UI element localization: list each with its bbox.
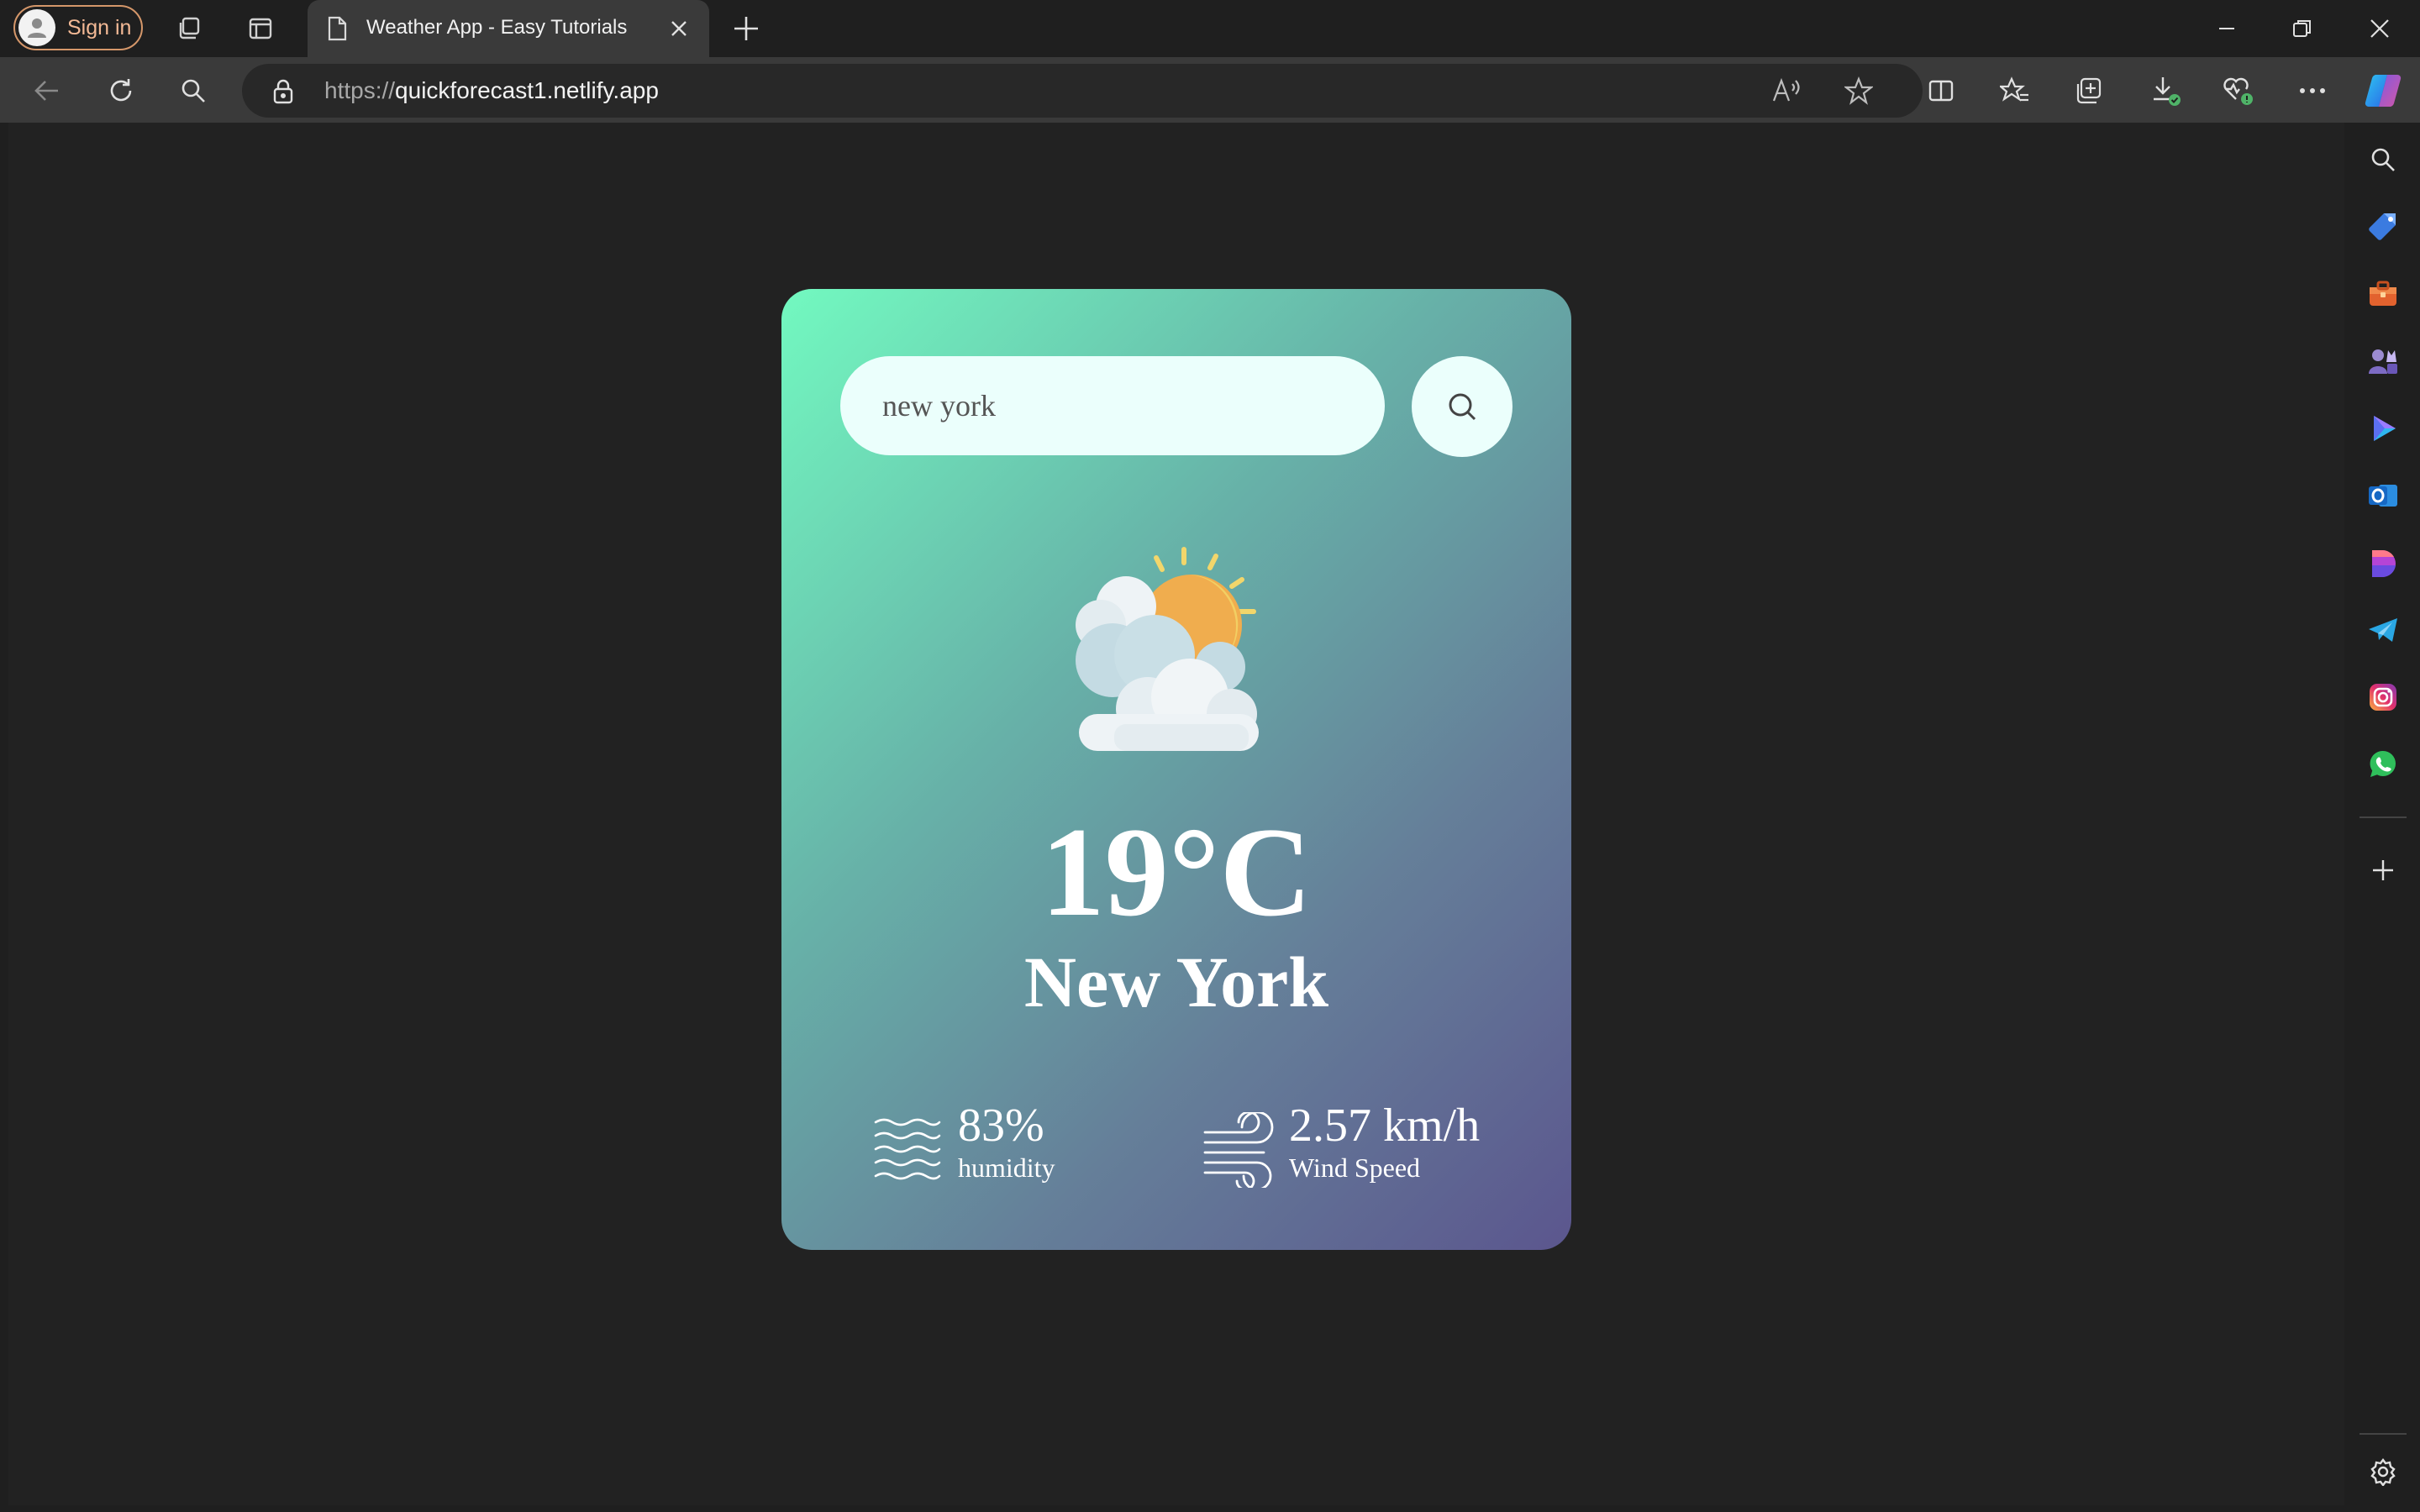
designer-icon[interactable] (2363, 543, 2403, 583)
lock-icon[interactable] (271, 78, 296, 105)
outlook-icon[interactable] (2363, 475, 2403, 516)
downloads-icon[interactable] (2144, 69, 2188, 113)
title-bar: Sign in Weather App - Easy Tutorials (0, 0, 2420, 57)
refresh-icon[interactable] (99, 69, 143, 113)
temperature: 19°C (1040, 801, 1313, 942)
collections-icon[interactable] (2067, 69, 2111, 113)
restore-icon[interactable] (2282, 8, 2323, 49)
toolbox-icon[interactable] (2363, 274, 2403, 314)
sidebar-divider (2360, 816, 2407, 818)
profile-avatar-icon (18, 9, 55, 46)
back-arrow-icon[interactable] (25, 69, 69, 113)
humidity-waves-icon (874, 1118, 941, 1180)
active-tab[interactable]: Weather App - Easy Tutorials (308, 0, 709, 57)
wind-detail: 2.57 km/h Wind Speed (1202, 1102, 1538, 1203)
wind-icon (1203, 1112, 1274, 1188)
instagram-icon[interactable] (2363, 677, 2403, 717)
humidity-value: 83% (958, 1100, 1044, 1152)
minimize-icon[interactable] (2207, 8, 2247, 49)
copilot-app-icon[interactable] (2363, 408, 2403, 449)
address-bar[interactable]: https://quickforecast1.netlify.app (242, 64, 1923, 118)
shopping-tag-icon[interactable] (2363, 207, 2403, 247)
wind-speed-value: 2.57 km/h (1289, 1100, 1481, 1152)
sidebar-divider-bottom (2360, 1433, 2407, 1435)
url-host: quickforecast1.netlify.app (395, 77, 659, 103)
url-text[interactable]: https://quickforecast1.netlify.app (324, 77, 659, 104)
url-scheme: https:// (324, 77, 396, 103)
more-options-icon[interactable] (2291, 69, 2334, 113)
page-icon (328, 16, 347, 41)
tab-title: Weather App - Easy Tutorials (366, 16, 628, 39)
settings-icon[interactable] (2363, 1452, 2403, 1492)
browser-essentials-icon[interactable] (2217, 69, 2260, 113)
wind-speed-label: Wind Speed (1289, 1152, 1421, 1183)
whatsapp-icon[interactable] (2363, 744, 2403, 785)
navigation-toolbar: https://quickforecast1.netlify.app (0, 57, 2420, 123)
close-tab-icon[interactable] (669, 18, 689, 39)
search-icon[interactable] (171, 69, 215, 113)
humidity-detail: 83% humidity (872, 1102, 1141, 1203)
sign-in-label: Sign in (67, 15, 132, 39)
sidebar-search-icon[interactable] (2363, 139, 2403, 180)
favorites-icon[interactable] (1993, 69, 2037, 113)
city-name: New York (1023, 942, 1329, 1022)
partly-cloudy-icon (1076, 547, 1259, 751)
read-aloud-icon[interactable] (1765, 69, 1808, 113)
humidity-label: humidity (958, 1152, 1055, 1183)
city-search-input[interactable]: new york (840, 356, 1385, 455)
edge-sidebar (2346, 123, 2420, 1512)
search-button[interactable] (1412, 356, 1512, 457)
workspaces-icon[interactable] (170, 8, 210, 49)
split-screen-icon[interactable] (1919, 69, 1963, 113)
close-window-icon[interactable] (2360, 8, 2400, 49)
browser-window: Sign in Weather App - Easy Tutorials htt… (0, 0, 2420, 1512)
tab-actions-icon[interactable] (240, 8, 281, 49)
weather-card: new york 19°C New York 83% humidity 2.57… (781, 289, 1571, 1250)
new-tab-icon[interactable] (726, 8, 766, 49)
add-icon[interactable] (2363, 850, 2403, 890)
sign-in-button[interactable]: Sign in (13, 5, 143, 50)
games-icon[interactable] (2363, 341, 2403, 381)
telegram-icon[interactable] (2363, 610, 2403, 650)
copilot-icon[interactable] (2361, 69, 2405, 113)
magnifier-icon (1449, 393, 1476, 421)
favorite-star-icon[interactable] (1837, 69, 1881, 113)
city-search-value: new york (882, 389, 996, 423)
